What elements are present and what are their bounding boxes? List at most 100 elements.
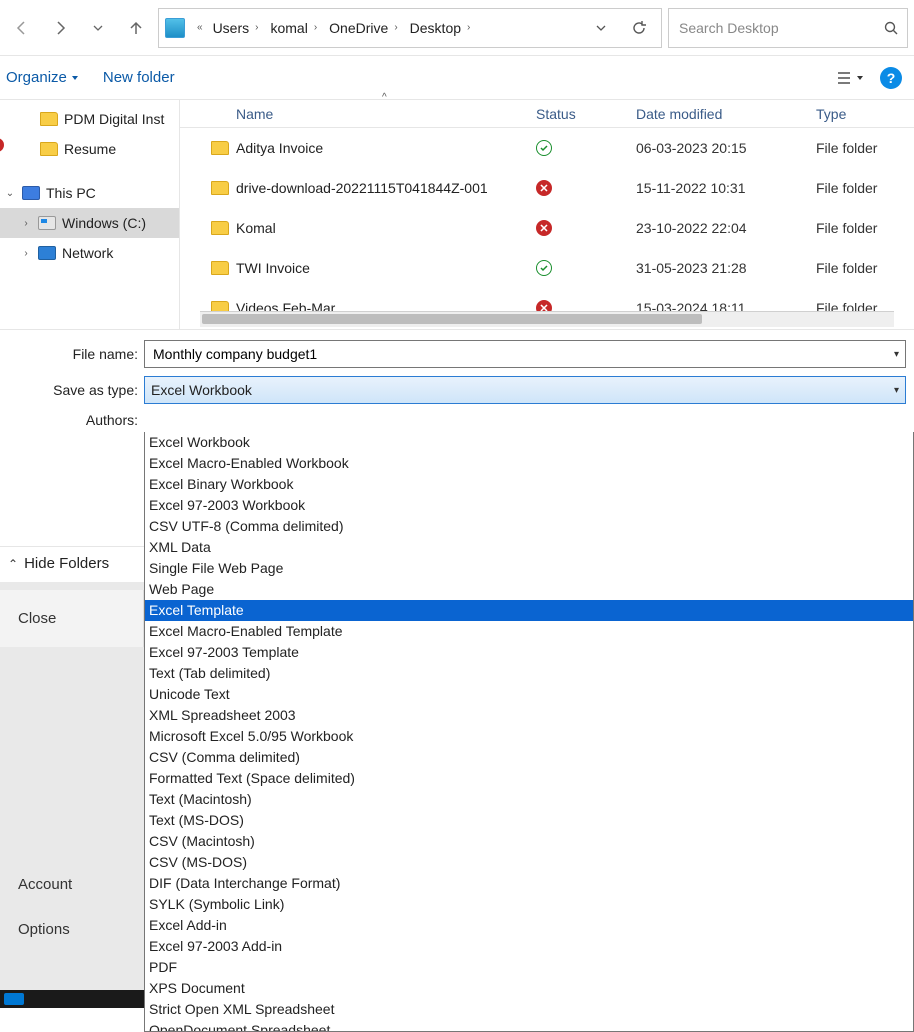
file-type-option[interactable]: DIF (Data Interchange Format) — [145, 873, 913, 894]
save-as-type-dropdown[interactable]: Excel WorkbookExcel Macro-Enabled Workbo… — [144, 432, 914, 1032]
file-type-option[interactable]: CSV (MS-DOS) — [145, 852, 913, 873]
sidebar-item-pdm[interactable]: PDM Digital Inst — [0, 104, 179, 134]
breadcrumb-onedrive[interactable]: OneDrive › — [327, 9, 403, 47]
table-row[interactable]: Komal✕23-10-2022 22:04File folder — [180, 208, 914, 248]
column-header-date[interactable]: Date modified — [636, 106, 816, 122]
file-type-option[interactable]: Unicode Text — [145, 684, 913, 705]
sync-error-icon: ✕ — [536, 180, 552, 196]
table-row[interactable]: Aditya Invoice06-03-2023 20:15File folde… — [180, 128, 914, 168]
recent-dropdown-button[interactable] — [82, 12, 114, 44]
backstage-account-button[interactable]: Account — [0, 862, 144, 907]
column-header-status[interactable]: Status — [536, 106, 636, 122]
file-type-option[interactable]: Microsoft Excel 5.0/95 Workbook — [145, 726, 913, 747]
chevron-right-icon[interactable]: › — [463, 22, 474, 33]
backstage-close-button[interactable]: Close — [0, 590, 143, 647]
file-type-option[interactable]: CSV (Comma delimited) — [145, 747, 913, 768]
file-type-option[interactable]: OpenDocument Spreadsheet — [145, 1020, 913, 1032]
search-input[interactable] — [677, 19, 883, 37]
caret-down-icon[interactable]: ▾ — [894, 349, 899, 360]
authors-label: Authors: — [8, 412, 144, 428]
chevron-right-icon[interactable]: › — [251, 22, 262, 33]
file-type-option[interactable]: Excel 97-2003 Workbook — [145, 495, 913, 516]
expand-toggle-icon[interactable]: ⌄ — [4, 188, 16, 199]
breadcrumb-desktop[interactable]: Desktop › — [408, 9, 477, 47]
file-type-option[interactable]: SYLK (Symbolic Link) — [145, 894, 913, 915]
horizontal-scrollbar[interactable] — [200, 311, 894, 327]
refresh-button[interactable] — [627, 16, 651, 40]
organize-button[interactable]: Organize — [6, 69, 79, 86]
file-type-option[interactable]: Excel Workbook — [145, 432, 913, 453]
organize-label: Organize — [6, 69, 67, 86]
column-label: Date modified — [636, 106, 722, 122]
backstage-options-button[interactable]: Options — [0, 907, 144, 952]
file-type-option[interactable]: PDF — [145, 957, 913, 978]
taskbar[interactable] — [0, 990, 144, 1008]
search-icon[interactable] — [883, 20, 899, 36]
file-name-input[interactable] — [151, 345, 894, 363]
breadcrumb-users[interactable]: Users › — [211, 9, 265, 47]
location-root-icon[interactable] — [163, 9, 189, 47]
column-label: Type — [816, 106, 846, 122]
column-label: Name — [236, 106, 273, 122]
file-type-option[interactable]: Strict Open XML Spreadsheet — [145, 999, 913, 1020]
new-folder-button[interactable]: New folder — [103, 69, 175, 86]
file-type-option[interactable]: Text (Macintosh) — [145, 789, 913, 810]
file-status-cell: ✕ — [536, 220, 636, 236]
view-options-button[interactable] — [836, 70, 864, 86]
file-type-option[interactable]: Excel Binary Workbook — [145, 474, 913, 495]
file-type-option[interactable]: Excel 97-2003 Template — [145, 642, 913, 663]
column-header-name[interactable]: ^ Name — [236, 106, 536, 122]
file-date-cell: 06-03-2023 20:15 — [636, 140, 816, 156]
sidebar-item-windows-c[interactable]: › Windows (C:) — [0, 208, 179, 238]
file-type-option[interactable]: Excel Macro-Enabled Template — [145, 621, 913, 642]
file-type-option[interactable]: Excel Add-in — [145, 915, 913, 936]
file-status-cell: ✕ — [536, 180, 636, 196]
chevron-right-icon[interactable]: › — [310, 22, 321, 33]
file-type-option[interactable]: XML Data — [145, 537, 913, 558]
file-type-option[interactable]: Single File Web Page — [145, 558, 913, 579]
file-type-option[interactable]: Excel Macro-Enabled Workbook — [145, 453, 913, 474]
file-type-option[interactable]: XPS Document — [145, 978, 913, 999]
address-dropdown-button[interactable] — [589, 16, 613, 40]
sync-error-icon: ✕ — [536, 220, 552, 236]
sort-indicator-icon: ^ — [382, 92, 387, 103]
sidebar-item-network[interactable]: › Network — [0, 238, 179, 268]
breadcrumb-label: komal — [270, 20, 307, 36]
file-type-option[interactable]: XML Spreadsheet 2003 — [145, 705, 913, 726]
expand-toggle-icon[interactable]: › — [20, 218, 32, 229]
file-type-option[interactable]: Text (MS-DOS) — [145, 810, 913, 831]
forward-button[interactable] — [44, 12, 76, 44]
file-type-option[interactable]: Web Page — [145, 579, 913, 600]
file-name-field[interactable]: ▾ — [144, 340, 906, 368]
sync-error-icon: ✕ — [536, 300, 552, 311]
hide-folders-toggle[interactable]: ⌃ Hide Folders — [0, 546, 144, 584]
column-header-type[interactable]: Type — [816, 106, 914, 122]
sidebar-item-resume[interactable]: ✕ Resume — [0, 134, 179, 164]
file-type-option[interactable]: Text (Tab delimited) — [145, 663, 913, 684]
save-as-type-combo[interactable]: Excel Workbook ▾ — [144, 376, 906, 404]
file-name-cell: Komal — [236, 220, 536, 236]
sidebar-item-this-pc[interactable]: ⌄ This PC — [0, 178, 179, 208]
file-name-cell: Aditya Invoice — [236, 140, 536, 156]
folder-icon — [211, 261, 229, 275]
table-row[interactable]: Videos Feb-Mar✕15-03-2024 18:11File fold… — [180, 288, 914, 311]
table-row[interactable]: drive-download-20221115T041844Z-001✕15-1… — [180, 168, 914, 208]
file-type-option[interactable]: Excel 97-2003 Add-in — [145, 936, 913, 957]
breadcrumb-prefix: « — [193, 22, 207, 33]
table-row[interactable]: TWI Invoice31-05-2023 21:28File folder — [180, 248, 914, 288]
file-type-option[interactable]: Formatted Text (Space delimited) — [145, 768, 913, 789]
file-type-option[interactable]: Excel Template — [145, 600, 913, 621]
address-bar[interactable]: « Users › komal › OneDrive › Desktop › — [158, 8, 662, 48]
up-button[interactable] — [120, 12, 152, 44]
chevron-right-icon[interactable]: › — [390, 22, 401, 33]
help-button[interactable]: ? — [880, 67, 902, 89]
file-type-option[interactable]: CSV (Macintosh) — [145, 831, 913, 852]
expand-toggle-icon[interactable]: › — [20, 248, 32, 259]
back-button[interactable] — [6, 12, 38, 44]
breadcrumb-komal[interactable]: komal › — [268, 9, 323, 47]
caret-down-icon[interactable]: ▾ — [894, 385, 899, 396]
sidebar-item-label: PDM Digital Inst — [64, 111, 164, 127]
file-type-option[interactable]: CSV UTF-8 (Comma delimited) — [145, 516, 913, 537]
taskbar-app-icon[interactable] — [4, 993, 24, 1005]
search-box[interactable] — [668, 8, 908, 48]
